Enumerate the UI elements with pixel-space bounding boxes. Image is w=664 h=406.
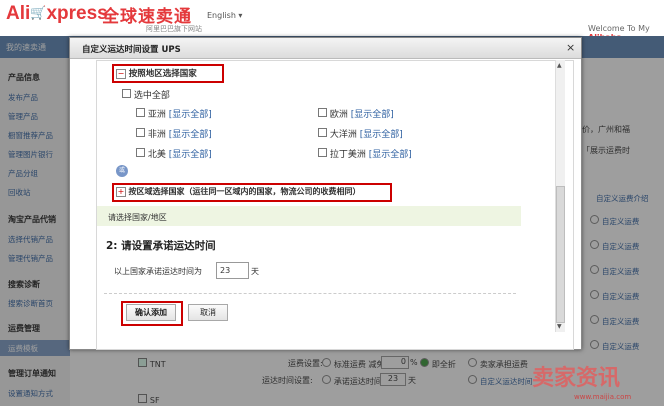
checkbox-icon	[136, 128, 145, 137]
watermark-url: www.maijia.com	[574, 393, 632, 401]
by-zone-label: 按区域选择国家（运往同一区域内的国家，物流公司的收费相同）	[128, 187, 361, 196]
by-zone-toggle[interactable]: + 按区域选择国家（运往同一区域内的国家，物流公司的收费相同）	[116, 186, 361, 197]
by-region-toggle[interactable]: − 按照地区选择国家	[116, 67, 197, 79]
cancel-button[interactable]: 取消	[188, 304, 228, 321]
region-latin-america[interactable]: 拉丁美洲 [显示全部]	[318, 147, 412, 160]
select-all-checkbox[interactable]: 选中全部	[122, 88, 170, 101]
logo-subtitle: 阿里巴巴旗下网站	[146, 25, 202, 33]
custom-delivery-time-dialog: 自定义运达时间设置 UPS × − 按照地区选择国家 选中全部 亚洲 [显示全部…	[69, 37, 582, 350]
scroll-up-icon[interactable]: ▲	[557, 62, 562, 69]
show-all-link[interactable]: [显示全部]	[351, 110, 394, 120]
close-icon[interactable]: ×	[566, 41, 575, 54]
language-select[interactable]: English ▾	[207, 11, 242, 20]
by-region-label: 按照地区选择国家	[128, 69, 197, 79]
collapse-icon: −	[116, 69, 126, 79]
watermark: 卖家资讯	[532, 366, 621, 391]
show-all-link[interactable]: [显示全部]	[369, 150, 412, 160]
promise-prefix: 以上国家承诺运达时间为	[114, 267, 202, 276]
checkbox-icon	[318, 108, 327, 117]
show-all-link[interactable]: [显示全部]	[169, 130, 212, 140]
divider	[104, 293, 516, 294]
step2-title: 2: 请设置承诺运达时间	[106, 240, 216, 252]
promise-days-unit: 天	[251, 267, 259, 276]
region-north-america[interactable]: 北美 [显示全部]	[136, 147, 212, 160]
expand-icon: +	[116, 187, 126, 197]
show-all-link[interactable]: [显示全部]	[360, 130, 403, 140]
confirm-add-button[interactable]: 确认添加	[126, 304, 176, 321]
promise-days-input[interactable]: 23	[216, 262, 249, 279]
select-hint: 请选择国家/地区	[108, 213, 167, 222]
region-oceania[interactable]: 大洋洲 [显示全部]	[318, 127, 403, 140]
region-africa[interactable]: 非洲 [显示全部]	[136, 127, 212, 140]
show-all-link[interactable]: [显示全部]	[169, 110, 212, 120]
region-asia[interactable]: 亚洲 [显示全部]	[136, 107, 212, 120]
checkbox-icon	[318, 148, 327, 157]
checkbox-icon	[122, 89, 131, 98]
checkbox-icon	[318, 128, 327, 137]
show-all-link[interactable]: [显示全部]	[169, 150, 212, 160]
scrollbar-thumb[interactable]	[556, 186, 565, 323]
or-badge: 或	[116, 165, 128, 177]
checkbox-icon	[136, 108, 145, 117]
scroll-down-icon[interactable]: ▼	[557, 323, 562, 330]
aliexpress-logo[interactable]: Ali🛒xpress	[6, 3, 108, 25]
region-europe[interactable]: 欧洲 [显示全部]	[318, 107, 394, 120]
checkbox-icon	[136, 148, 145, 157]
dialog-title: 自定义运达时间设置 UPS	[82, 45, 181, 55]
